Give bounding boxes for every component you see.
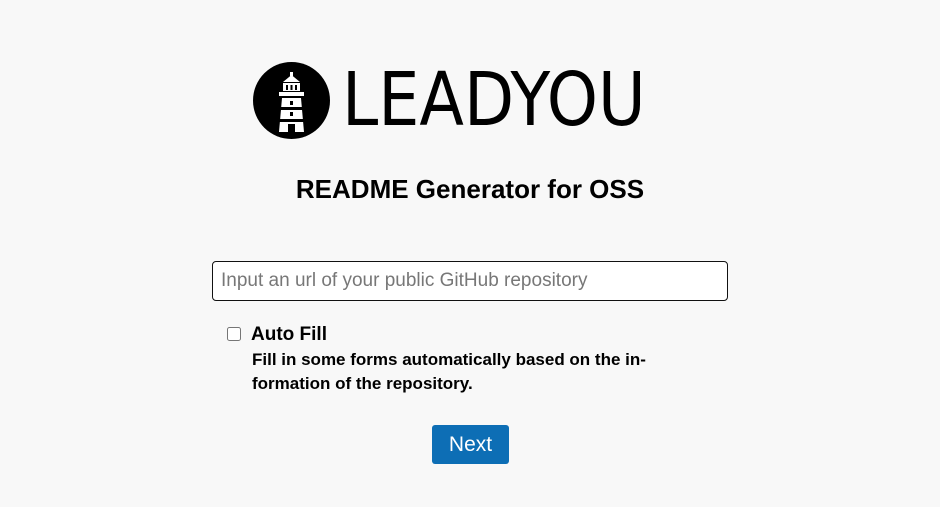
next-button[interactable]: Next [432,425,509,464]
page: LEADYOU README Generator for OSS Auto Fi… [0,0,940,507]
lighthouse-icon [253,61,330,139]
repository-url-input[interactable] [212,261,728,301]
page-title: README Generator for OSS [295,174,645,204]
logo-text: LEADYOU [342,57,646,143]
logo: LEADYOU [253,57,687,143]
auto-fill-checkbox[interactable] [227,327,241,341]
auto-fill-label[interactable]: Auto Fill [251,324,327,346]
auto-fill-description: Fill in some forms automatically based o… [252,350,646,393]
